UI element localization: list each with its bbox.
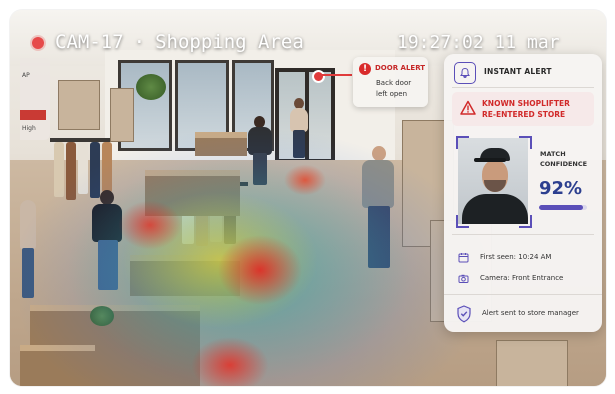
face-frame-corner [456, 215, 469, 228]
garment [78, 142, 88, 194]
camera-label: CAM-17 · Shopping Area [55, 31, 304, 53]
camera-separator: · [133, 31, 146, 53]
alert-footer: Alert sent to store manager [444, 294, 602, 333]
calendar-icon [458, 253, 469, 263]
potted-plant [136, 74, 166, 100]
camera-source-text: Camera: Front Entrance [480, 274, 564, 282]
garment [66, 142, 76, 200]
door-alert-title: DOOR ALERT [375, 64, 426, 72]
match-confidence-meter [539, 205, 587, 210]
match-confidence-fill [539, 205, 584, 210]
display-table [145, 170, 240, 216]
match-label-line1: MATCH [540, 150, 566, 158]
side-status-panel[interactable]: AP High [20, 58, 50, 140]
camera-location: Shopping Area [155, 31, 304, 53]
divider [452, 234, 594, 235]
threat-banner: KNOWN SHOPLIFTER RE-ENTERED STORE [452, 92, 594, 126]
potted-plant [90, 306, 114, 326]
display-table [130, 255, 240, 296]
door-alert-marker[interactable] [312, 70, 325, 83]
display-table [195, 132, 247, 156]
garment [54, 142, 64, 197]
level-label: High [22, 125, 36, 132]
threat-line1: KNOWN SHOPLIFTER [482, 99, 570, 108]
camera-id: CAM-17 [55, 31, 124, 53]
alert-header: INSTANT ALERT [484, 67, 552, 76]
side-panel-label: AP [22, 72, 30, 79]
camera-icon [458, 274, 469, 283]
threat-line2: RE-ENTERED STORE [482, 110, 566, 119]
garment [102, 142, 112, 192]
match-confidence-value: 92% [539, 178, 583, 199]
recording-indicator [32, 37, 44, 49]
match-label-line2: CONFIDENCE [540, 160, 588, 168]
garment [90, 142, 100, 198]
face-frame-corner [519, 215, 532, 228]
timestamp: 19:27:02 11 mar [397, 32, 560, 53]
suspect-photo[interactable] [458, 138, 528, 224]
face-frame-corner [456, 136, 469, 149]
door-alert-connector [322, 74, 352, 76]
shield-icon [457, 305, 471, 323]
date-value: 11 mar [494, 32, 560, 53]
warning-icon [460, 100, 476, 115]
first-seen-text: First seen: 10:24 AM [480, 253, 552, 261]
divider [452, 87, 594, 88]
bell-icon [454, 62, 476, 84]
time-value: 19:27:02 [397, 32, 484, 53]
wall-shelf [58, 80, 100, 130]
display-table [20, 345, 95, 386]
shoe-shelf [496, 340, 568, 386]
footer-text: Alert sent to store manager [482, 309, 579, 317]
door-alert-line1: Back door [376, 79, 412, 87]
face-frame-corner [519, 136, 532, 149]
instant-alert-card[interactable]: INSTANT ALERT KNOWN SHOPLIFTER RE-ENTERE… [444, 54, 602, 332]
door-alert-line2: left open [376, 90, 408, 98]
alert-icon: ! [359, 63, 371, 75]
door-alert-tooltip[interactable]: ! DOOR ALERT Back door left open [353, 57, 428, 107]
camera-feed: CAM-17 · Shopping Area 19:27:02 11 mar ! D… [10, 10, 606, 386]
level-bar [20, 110, 46, 120]
wall-shelf [110, 88, 134, 142]
